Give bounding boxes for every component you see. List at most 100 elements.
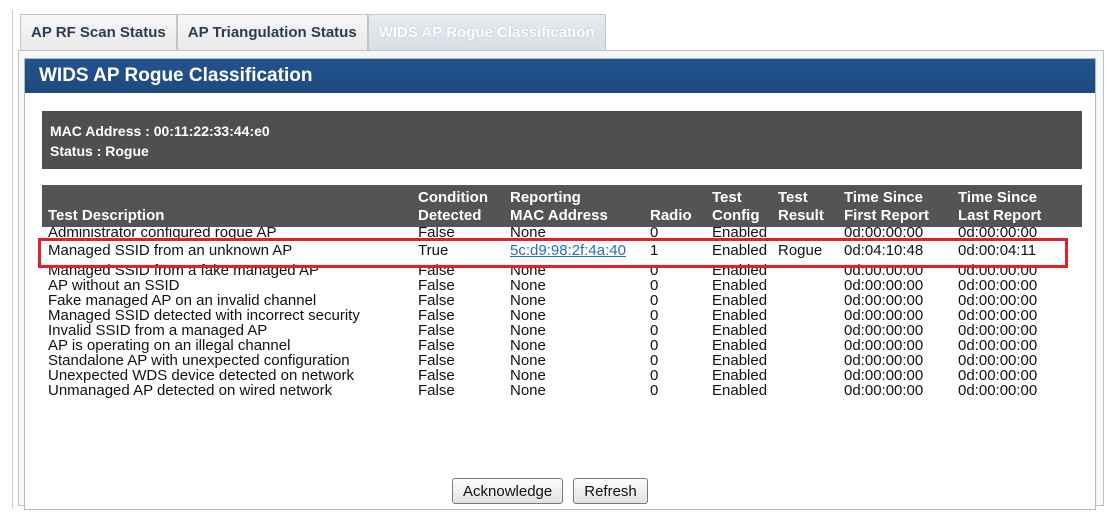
cell-condition: False — [418, 227, 455, 239]
header-test-result: Test Result — [772, 185, 838, 227]
cell-desc: Invalid SSID from a managed AP — [48, 323, 268, 338]
cell-result — [772, 263, 838, 278]
cell-mac: None — [510, 293, 546, 308]
cell-last-report: 0d:00:00:00 — [958, 338, 1038, 353]
cell-config: Enabled — [712, 383, 768, 398]
ap-info-bar: MAC Address : 00:11:22:33:44:e0 Status :… — [42, 111, 1082, 169]
cell-first-report: 0d:00:00:00 — [844, 338, 924, 353]
cell-result — [772, 308, 838, 323]
cell-last-report: 0d:00:00:00 — [958, 308, 1038, 323]
cell-mac: None — [510, 353, 546, 368]
cell-first-report: 0d:00:00:00 — [844, 383, 924, 398]
cell-result — [772, 323, 838, 338]
cell-result — [772, 368, 838, 383]
cell-radio: 0 — [650, 293, 659, 308]
cell-condition: False — [418, 383, 455, 398]
cell-radio: 0 — [650, 278, 659, 293]
cell-config: Enabled — [712, 338, 768, 353]
cell-mac: None — [510, 308, 546, 323]
cell-last-report: 0d:00:00:00 — [958, 368, 1038, 383]
cell-first-report: 0d:00:00:00 — [844, 353, 924, 368]
table-row: Managed SSID from a fake managed AP Fals… — [42, 263, 1082, 278]
table-header-row: Test Description Condition Detected Repor… — [42, 185, 1082, 227]
cell-radio: 0 — [650, 323, 659, 338]
cell-first-report: 0d:00:00:00 — [844, 263, 924, 278]
cell-last-report: 0d:00:00:00 — [958, 227, 1038, 239]
cell-config: Enabled — [712, 242, 768, 259]
cell-desc: Managed SSID detected with incorrect sec… — [48, 308, 360, 323]
cell-condition: False — [418, 293, 455, 308]
cell-desc: AP without an SSID — [48, 278, 180, 293]
cell-last-report: 0d:00:00:00 — [958, 293, 1038, 308]
action-buttons: Acknowledge Refresh — [452, 478, 648, 504]
cell-config: Enabled — [712, 293, 768, 308]
table-row-highlighted: Managed SSID from an unknown AP True 5c:… — [42, 239, 1082, 263]
cell-result — [772, 353, 838, 368]
cell-mac: 5c:d9:98:2f:4a:40 — [504, 239, 644, 263]
cell-config: Enabled — [712, 263, 768, 278]
cell-config: Enabled — [712, 278, 768, 293]
cell-radio: 0 — [650, 383, 659, 398]
cell-first-report: 0d:00:00:00 — [844, 278, 924, 293]
tab-ap-rf-scan-status[interactable]: AP RF Scan Status — [20, 14, 177, 50]
cell-desc: Unexpected WDS device detected on networ… — [48, 368, 354, 383]
table-row: Managed SSID detected with incorrect sec… — [42, 308, 1082, 323]
cell-config: Enabled — [712, 227, 768, 239]
cell-first-report: 0d:00:00:00 — [844, 227, 924, 239]
cell-radio: 1 — [650, 242, 659, 259]
cell-first-report: 0d:00:00:00 — [844, 323, 924, 338]
cell-desc: Managed SSID from an unknown AP — [48, 242, 293, 259]
panel-title: WIDS AP Rogue Classification — [25, 59, 1095, 93]
header-last-report: Time Since Last Report — [952, 185, 1082, 227]
header-first-report: Time Since First Report — [838, 185, 952, 227]
cell-mac: None — [510, 383, 546, 398]
cell-last-report: 0d:00:04:11 — [958, 242, 1037, 259]
cell-radio: 0 — [650, 263, 659, 278]
tab-bar: AP RF Scan Status AP Triangulation Statu… — [20, 14, 606, 50]
tab-ap-triangulation-status[interactable]: AP Triangulation Status — [176, 14, 368, 50]
table-row: AP without an SSID False None 0 Enabled … — [42, 278, 1082, 293]
classification-table-wrap: Test Description Condition Detected Repor… — [42, 185, 1082, 398]
header-reporting-mac: Reporting MAC Address — [504, 185, 644, 227]
cell-mac: None — [510, 338, 546, 353]
header-condition-detected: Condition Detected — [412, 185, 504, 227]
table-row: Unmanaged AP detected on wired network F… — [42, 383, 1082, 398]
cell-first-report: 0d:04:10:48 — [844, 242, 924, 259]
table-row: Standalone AP with unexpected configurat… — [42, 353, 1082, 368]
cell-condition: False — [418, 308, 455, 323]
cell-config: Enabled — [712, 368, 768, 383]
cell-last-report: 0d:00:00:00 — [958, 383, 1038, 398]
cell-desc: Standalone AP with unexpected configurat… — [48, 353, 350, 368]
table-row: Invalid SSID from a managed AP False Non… — [42, 323, 1082, 338]
cell-condition: False — [418, 368, 455, 383]
cell-first-report: 0d:00:00:00 — [844, 293, 924, 308]
cell-last-report: 0d:00:00:00 — [958, 353, 1038, 368]
cell-condition: False — [418, 353, 455, 368]
classification-table: Test Description Condition Detected Repor… — [42, 185, 1082, 398]
cell-mac: None — [510, 323, 546, 338]
table-row: Administrator configured rogue AP False … — [42, 227, 1082, 239]
cell-condition: False — [418, 323, 455, 338]
table-row: AP is operating on an illegal channel Fa… — [42, 338, 1082, 353]
cell-mac: None — [510, 368, 546, 383]
cell-condition: True — [418, 242, 449, 259]
mac-address-link[interactable]: 5c:d9:98:2f:4a:40 — [510, 242, 626, 259]
cell-radio: 0 — [650, 338, 659, 353]
cell-result — [772, 278, 838, 293]
cell-mac: None — [510, 227, 546, 239]
refresh-button[interactable]: Refresh — [573, 478, 648, 504]
mac-address-label: MAC Address : 00:11:22:33:44:e0 — [50, 123, 270, 139]
table-row: Fake managed AP on an invalid channel Fa… — [42, 293, 1082, 308]
cell-result — [772, 293, 838, 308]
tab-wids-ap-rogue-classification[interactable]: WIDS AP Rogue Classification — [367, 14, 606, 50]
cell-first-report: 0d:00:00:00 — [844, 308, 924, 323]
cell-desc: AP is operating on an illegal channel — [48, 338, 291, 353]
cell-radio: 0 — [650, 353, 659, 368]
status-label: Status : Rogue — [50, 143, 149, 159]
cell-condition: False — [418, 263, 455, 278]
cell-config: Enabled — [712, 323, 768, 338]
cell-config: Enabled — [712, 308, 768, 323]
cell-config: Enabled — [712, 353, 768, 368]
acknowledge-button[interactable]: Acknowledge — [452, 478, 564, 504]
cell-result: Rogue — [778, 242, 823, 259]
